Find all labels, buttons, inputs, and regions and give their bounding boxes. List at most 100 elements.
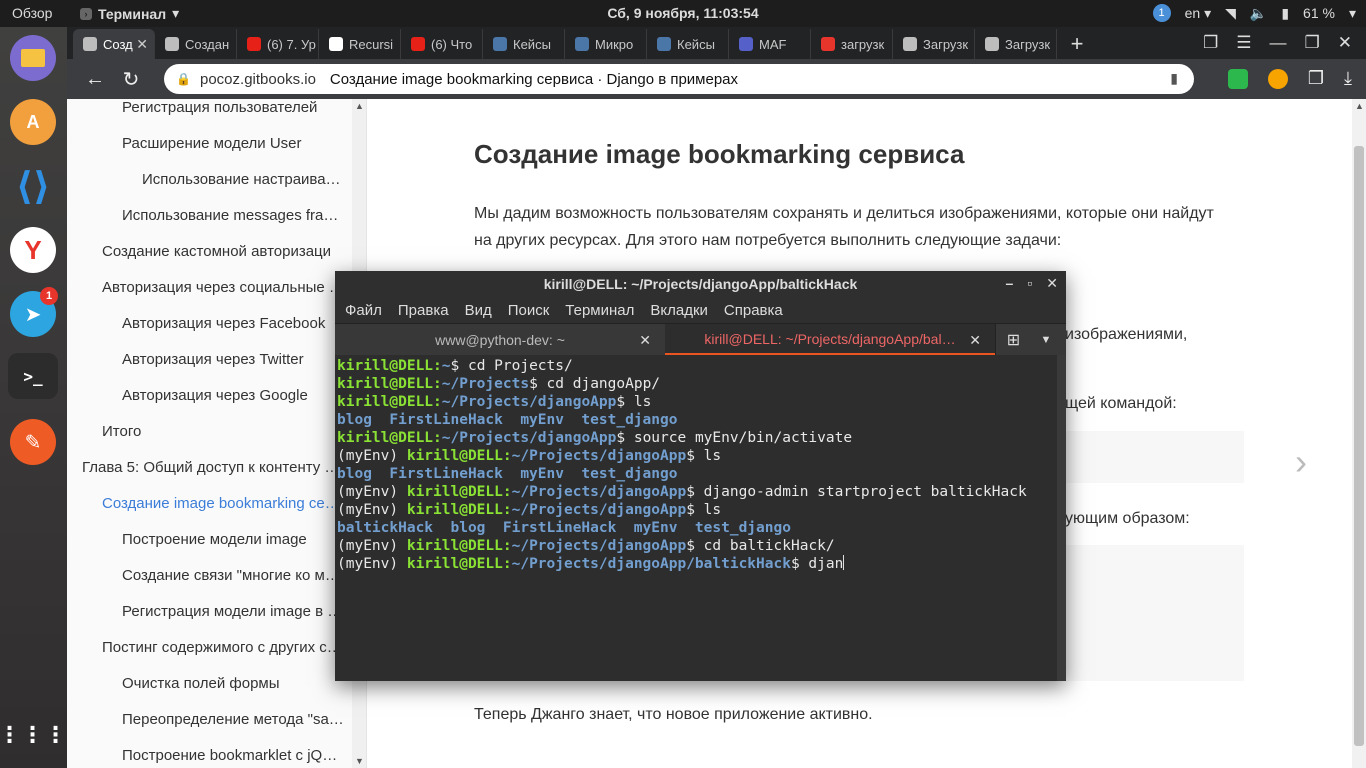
play-extension-icon[interactable] — [1267, 68, 1288, 89]
telegram-badge: 1 — [40, 287, 58, 305]
scroll-down-arrow[interactable]: ▼ — [355, 756, 364, 766]
browser-tab[interactable]: Микро — [565, 29, 647, 59]
toc-item[interactable]: Создание кастомной авторизаци — [102, 243, 331, 263]
prompt-user: kirill@DELL — [337, 358, 434, 374]
maximize-button[interactable]: ❐ — [1305, 33, 1320, 53]
collections-icon[interactable]: ❐ — [1203, 33, 1218, 53]
browser-tab[interactable]: (6) 7. Ур — [237, 29, 319, 59]
page-scroll-thumb[interactable] — [1354, 146, 1364, 746]
prompt-user: kirill@DELL — [406, 448, 503, 464]
terminal-icon[interactable]: >_ — [8, 353, 58, 399]
toc-item[interactable]: Итого — [102, 423, 141, 443]
vscode-icon[interactable]: ⟨⟩ — [10, 163, 56, 209]
minimize-button[interactable]: — — [1270, 33, 1287, 53]
browser-tab[interactable]: Загрузк — [975, 29, 1057, 59]
toc-item[interactable]: Очистка полей формы — [122, 675, 280, 695]
terminal-menu-item[interactable]: Файл — [345, 302, 382, 319]
terminal-menu-item[interactable]: Правка — [398, 302, 449, 319]
scroll-up-arrow[interactable]: ▲ — [355, 101, 364, 111]
toc-item[interactable]: Использование messages fra… — [122, 207, 338, 227]
notification-badge[interactable]: 1 — [1152, 4, 1171, 22]
terminal-menu-item[interactable]: Терминал — [565, 302, 634, 319]
terminal-tab-1[interactable]: www@python-dev: ~ ✕ — [335, 324, 665, 355]
language-indicator[interactable]: en ▾ — [1185, 5, 1212, 22]
reload-button[interactable]: ↻ — [113, 61, 149, 97]
page-scroll-up-arrow[interactable]: ▲ — [1355, 101, 1364, 111]
terminal-menu-item[interactable]: Вид — [465, 302, 492, 319]
files-icon[interactable] — [10, 35, 56, 81]
terminal-line: (myEnv) kirill@DELL:~/Projects/djangoApp… — [337, 447, 1055, 465]
notes-icon[interactable]: ❐ — [1308, 68, 1324, 89]
close-tab-icon[interactable]: ✕ — [136, 36, 148, 53]
terminal-minimize-button[interactable]: – — [1006, 275, 1014, 292]
show-applications-icon[interactable]: ⋮⋮⋮ — [0, 712, 67, 758]
terminal-titlebar[interactable]: kirill@DELL: ~/Projects/djangoApp/baltic… — [335, 271, 1066, 297]
power-menu-icon[interactable]: ▾ — [1349, 5, 1356, 22]
browser-tab-label: Кейсы — [513, 36, 551, 52]
terminal-tab-2[interactable]: kirill@DELL: ~/Projects/djangoApp/bal… ✕ — [665, 324, 995, 355]
terminal-scrollbar[interactable] — [1057, 355, 1066, 681]
tabs-dropdown-button[interactable]: ▼ — [1031, 324, 1061, 355]
browser-tab[interactable]: Создан — [155, 29, 237, 59]
terminal-menu-item[interactable]: Поиск — [508, 302, 550, 319]
browser-tab[interactable]: Созд ✕ — [73, 29, 155, 59]
postman-icon[interactable]: ✎ — [10, 419, 56, 465]
toc-item[interactable]: Регистрация модели image в … — [122, 603, 342, 623]
page-scrollbar[interactable]: ▲ — [1352, 99, 1366, 768]
close-tab-icon[interactable]: ✕ — [969, 332, 981, 349]
browser-tab[interactable]: Кейсы — [647, 29, 729, 59]
terminal-maximize-button[interactable]: ▫ — [1027, 275, 1032, 292]
browser-tab[interactable]: (6) Что — [401, 29, 483, 59]
back-button[interactable]: ← — [77, 61, 113, 97]
close-button[interactable]: ✕ — [1338, 33, 1352, 53]
volume-icon[interactable]: 🔈 — [1250, 5, 1267, 22]
prompt-user: kirill@DELL — [406, 502, 503, 518]
toc-item[interactable]: Построение модели image — [122, 531, 307, 551]
address-bar[interactable]: 🔒 pocoz.gitbooks.io Создание image bookm… — [164, 64, 1194, 94]
toc-item[interactable]: Создание связи "многие ко м… — [122, 567, 340, 587]
prompt-user: kirill@DELL — [337, 376, 434, 392]
yandex-browser-icon[interactable]: Y — [10, 227, 56, 273]
toc-item[interactable]: Создание image bookmarking се… — [102, 495, 340, 515]
close-tab-icon[interactable]: ✕ — [639, 332, 651, 349]
wifi-icon[interactable]: ◥ — [1225, 5, 1236, 22]
download-icon[interactable]: ⤓ — [1344, 68, 1352, 89]
new-terminal-tab-button[interactable]: ⊞ — [995, 324, 1031, 355]
toc-item[interactable]: Переопределение метода "sa… — [122, 711, 344, 731]
toc-item[interactable]: Авторизация через Twitter — [122, 351, 304, 371]
bookmark-icon[interactable]: ▮ — [1170, 70, 1178, 87]
terminal-window[interactable]: kirill@DELL: ~/Projects/djangoApp/baltic… — [335, 271, 1066, 681]
terminal-output[interactable]: kirill@DELL:~$ cd Projects/kirill@DELL:~… — [335, 355, 1057, 681]
battery-label: 61 % — [1303, 5, 1335, 21]
new-tab-button[interactable]: + — [1057, 29, 1097, 59]
battery-icon[interactable]: ▮ — [1281, 5, 1289, 22]
terminal-close-button[interactable]: ✕ — [1046, 275, 1058, 292]
system-tray[interactable]: 1 en ▾ ◥ 🔈 ▮ 61 % ▾ — [1152, 4, 1356, 22]
toc-item[interactable]: Построение bookmarklet с jQ… — [122, 747, 337, 767]
next-page-chevron-icon[interactable]: › — [1295, 441, 1307, 483]
toc-item[interactable]: Авторизация через Facebook — [122, 315, 325, 335]
prompt-separator: $ — [686, 538, 695, 554]
toc-item[interactable]: Авторизация через Google — [122, 387, 308, 407]
browser-tab[interactable]: Загрузк — [893, 29, 975, 59]
terminal-menu-item[interactable]: Справка — [724, 302, 783, 319]
prompt-cmd: cd Projects/ — [459, 358, 573, 374]
toc-item[interactable]: Глава 5: Общий доступ к контенту … — [82, 459, 339, 479]
browser-tab[interactable]: Кейсы — [483, 29, 565, 59]
software-center-icon[interactable]: A — [10, 99, 56, 145]
terminal-line: blog FirstLineHack myEnv test_django — [337, 465, 1055, 483]
toc-item[interactable]: Постинг содержимого с других с… — [102, 639, 342, 659]
tabs-menu-icon[interactable]: ☰ — [1236, 33, 1251, 53]
shield-icon[interactable] — [1227, 68, 1248, 89]
lock-icon[interactable]: 🔒 — [176, 72, 191, 86]
browser-tab[interactable]: MAF — [729, 29, 811, 59]
browser-tab[interactable]: загрузк — [811, 29, 893, 59]
browser-tab[interactable]: Recursi — [319, 29, 401, 59]
toc-item[interactable]: Авторизация через социальные … — [102, 279, 344, 299]
toc-item[interactable]: Регистрация пользователей — [122, 99, 317, 119]
toc-item[interactable]: Использование настраива… — [142, 171, 341, 191]
toc-item[interactable]: Расширение модели User — [122, 135, 302, 155]
telegram-icon[interactable]: ➤ 1 — [10, 287, 58, 337]
partial-text-2: щей командой: — [1065, 395, 1177, 412]
terminal-menu-item[interactable]: Вкладки — [650, 302, 708, 319]
